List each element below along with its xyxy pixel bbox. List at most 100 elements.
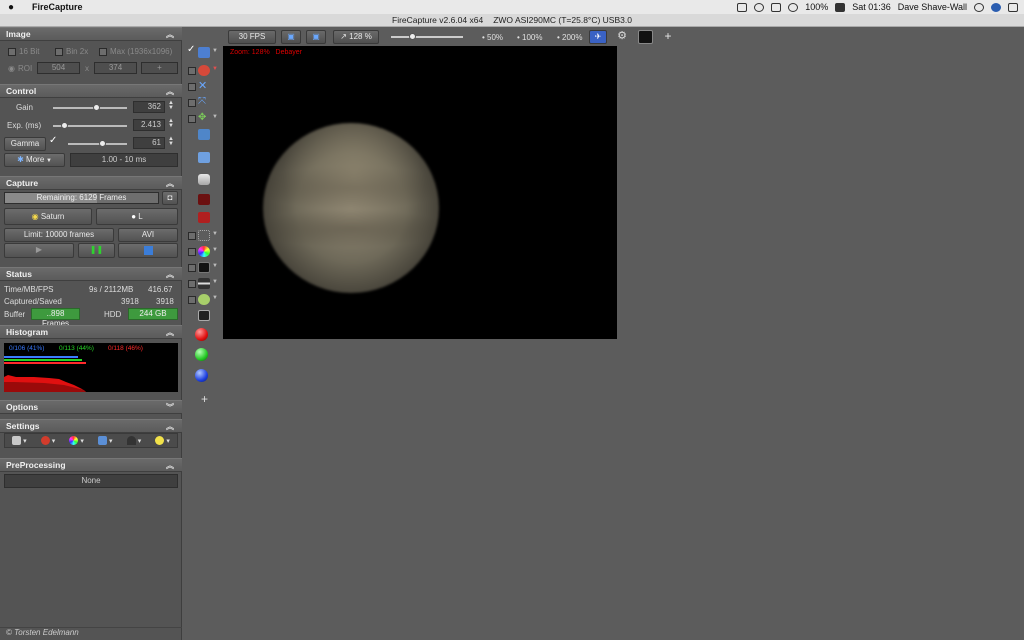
chevron-down-icon[interactable]: ▼: [212, 66, 218, 72]
exposure-range-field[interactable]: 1.00 - 10 ms: [70, 153, 178, 167]
gain-slider-knob[interactable]: [93, 104, 100, 111]
more-dropdown[interactable]: ✱ More ▼: [4, 153, 65, 167]
snapshot-camera-icon[interactable]: ◘: [162, 191, 178, 205]
blue-channel-ball-icon[interactable]: [195, 369, 208, 382]
control-section-header[interactable]: Control ︽: [0, 84, 182, 98]
exposure-slider[interactable]: [53, 122, 127, 129]
preprocessing-section-header[interactable]: PreProcessing ︽: [0, 458, 182, 472]
battery-percent[interactable]: 100%: [805, 2, 828, 12]
chevron-down-icon[interactable]: ▼: [212, 263, 218, 269]
app-menu-name[interactable]: FireCapture: [22, 2, 83, 12]
settings-scope-item[interactable]: ▾: [126, 436, 141, 445]
blackbox-tool-checkbox[interactable]: [188, 264, 196, 272]
stop-capture-button[interactable]: [118, 243, 178, 258]
histogram-tool-icon[interactable]: [198, 47, 210, 58]
gamma-stepper-icon[interactable]: ▲ ▼: [168, 136, 174, 147]
screen-share-icon[interactable]: [737, 2, 748, 12]
histogram-tool-checkmark-icon[interactable]: ✓: [187, 44, 195, 55]
chevron-down-icon[interactable]: ▼: [212, 231, 218, 237]
settings-section-header[interactable]: Settings ︽: [0, 419, 182, 433]
face-detect-icon[interactable]: [198, 294, 210, 305]
menubar-user[interactable]: Dave Shave-Wall: [898, 2, 967, 12]
gamma-button[interactable]: Gamma: [4, 137, 46, 151]
roi-radio-icon[interactable]: ◉: [8, 64, 15, 73]
add-tool-icon[interactable]: +: [201, 392, 208, 406]
roi-height-field[interactable]: 374: [94, 62, 137, 74]
options-section-header[interactable]: Options ︾: [0, 400, 182, 414]
settings-color-item[interactable]: ▾: [69, 436, 84, 445]
zoom-50-option[interactable]: • 50%: [482, 33, 503, 42]
collapse-icon[interactable]: ︽: [166, 459, 174, 472]
tool-row-console[interactable]: [184, 309, 220, 323]
tool-row-trash[interactable]: [184, 173, 220, 187]
add-window-icon[interactable]: +: [661, 30, 675, 44]
move-tool-checkbox[interactable]: [188, 115, 196, 123]
tool-row-alien[interactable]: ▼: [184, 293, 220, 307]
move-tool-icon[interactable]: ✥: [198, 113, 210, 124]
wifi-icon[interactable]: [788, 2, 799, 12]
chevron-down-icon[interactable]: ▼: [212, 247, 218, 253]
notification-center-icon[interactable]: [1008, 2, 1018, 12]
green-channel-ball-icon[interactable]: [195, 348, 208, 361]
bluetooth-icon[interactable]: [771, 2, 782, 12]
pause-capture-button[interactable]: ❚❚: [78, 243, 115, 258]
record-icon[interactable]: [198, 194, 210, 205]
capture-folder-icon[interactable]: [198, 129, 210, 140]
tool-row-grid[interactable]: ▼: [184, 229, 220, 243]
chevron-down-icon[interactable]: ▼: [212, 114, 218, 120]
zoom-slider[interactable]: [391, 33, 463, 40]
gain-value-field[interactable]: 362: [133, 101, 165, 113]
gamma-slider-knob[interactable]: [99, 140, 106, 147]
zoom-100-option[interactable]: • 100%: [517, 33, 543, 42]
histogram-display[interactable]: 0/106 (41%) 0/113 (44%) 0/118 (46%): [4, 343, 178, 392]
open-folder-icon[interactable]: [198, 152, 210, 163]
tool-row-histogram[interactable]: ✓ ▼: [184, 44, 220, 60]
bar-icon[interactable]: [198, 278, 210, 289]
tool-row-crosshair[interactable]: ▼: [184, 64, 220, 78]
zoom-slider-knob[interactable]: [409, 33, 416, 40]
gamma-slider[interactable]: [68, 140, 127, 147]
chevron-down-icon[interactable]: ▼: [212, 48, 218, 54]
color-balance-icon[interactable]: [198, 246, 210, 257]
settings-gear-icon[interactable]: ⚙: [613, 30, 631, 44]
apple-menu-icon[interactable]: ●: [0, 2, 22, 13]
capture-section-header[interactable]: Capture ︽: [0, 176, 182, 190]
filter-button[interactable]: ● L: [96, 208, 178, 225]
crosshair-tool-icon[interactable]: [198, 65, 210, 76]
tool-row-color[interactable]: ▼: [184, 245, 220, 259]
battery-icon[interactable]: [835, 2, 846, 12]
siri-icon[interactable]: [991, 2, 1001, 12]
max-res-checkbox[interactable]: [99, 48, 107, 56]
bar-tool-checkbox[interactable]: [188, 280, 196, 288]
collapse-icon[interactable]: ︽: [166, 177, 174, 190]
format-button[interactable]: AVI: [118, 228, 178, 242]
gamma-checkmark-icon[interactable]: ✓: [49, 135, 57, 146]
chevron-down-icon[interactable]: ▼: [212, 295, 218, 301]
collapse-icon[interactable]: ︽: [166, 420, 174, 433]
collapse-icon[interactable]: ︽: [166, 28, 174, 41]
settings-target-item[interactable]: ▾: [40, 436, 55, 445]
dark-frame-icon[interactable]: [198, 212, 210, 223]
grid-icon[interactable]: [198, 230, 210, 241]
chevron-down-icon[interactable]: ▼: [212, 279, 218, 285]
bin2x-checkbox[interactable]: [55, 48, 63, 56]
grid-tool-checkbox[interactable]: [188, 232, 196, 240]
tool-row-dark[interactable]: [184, 211, 220, 225]
roi-preset-select[interactable]: +: [141, 62, 178, 74]
spotlight-search-icon[interactable]: [974, 2, 984, 12]
settings-light-item[interactable]: ▾: [155, 436, 170, 445]
window-fit-icon[interactable]: ▣: [306, 30, 326, 44]
fullscreen-icon[interactable]: ▣: [281, 30, 301, 44]
preprocessing-select[interactable]: None: [4, 474, 178, 488]
tool-row-record[interactable]: [184, 193, 220, 207]
tool-row-black[interactable]: ▼: [184, 261, 220, 275]
histogram-section-header[interactable]: Histogram ︽: [0, 325, 182, 339]
terminal-icon[interactable]: [638, 30, 653, 44]
cross-tool-icon[interactable]: ✕: [198, 81, 210, 92]
gain-stepper-icon[interactable]: ▲ ▼: [168, 100, 174, 111]
exposure-value-field[interactable]: 2.413: [133, 119, 165, 131]
zoom-button[interactable]: ↗ 128 %: [333, 30, 379, 44]
expand-icon[interactable]: ︾: [166, 401, 174, 414]
roi-width-field[interactable]: 504: [37, 62, 80, 74]
image-section-header[interactable]: Image ︽: [0, 27, 182, 41]
